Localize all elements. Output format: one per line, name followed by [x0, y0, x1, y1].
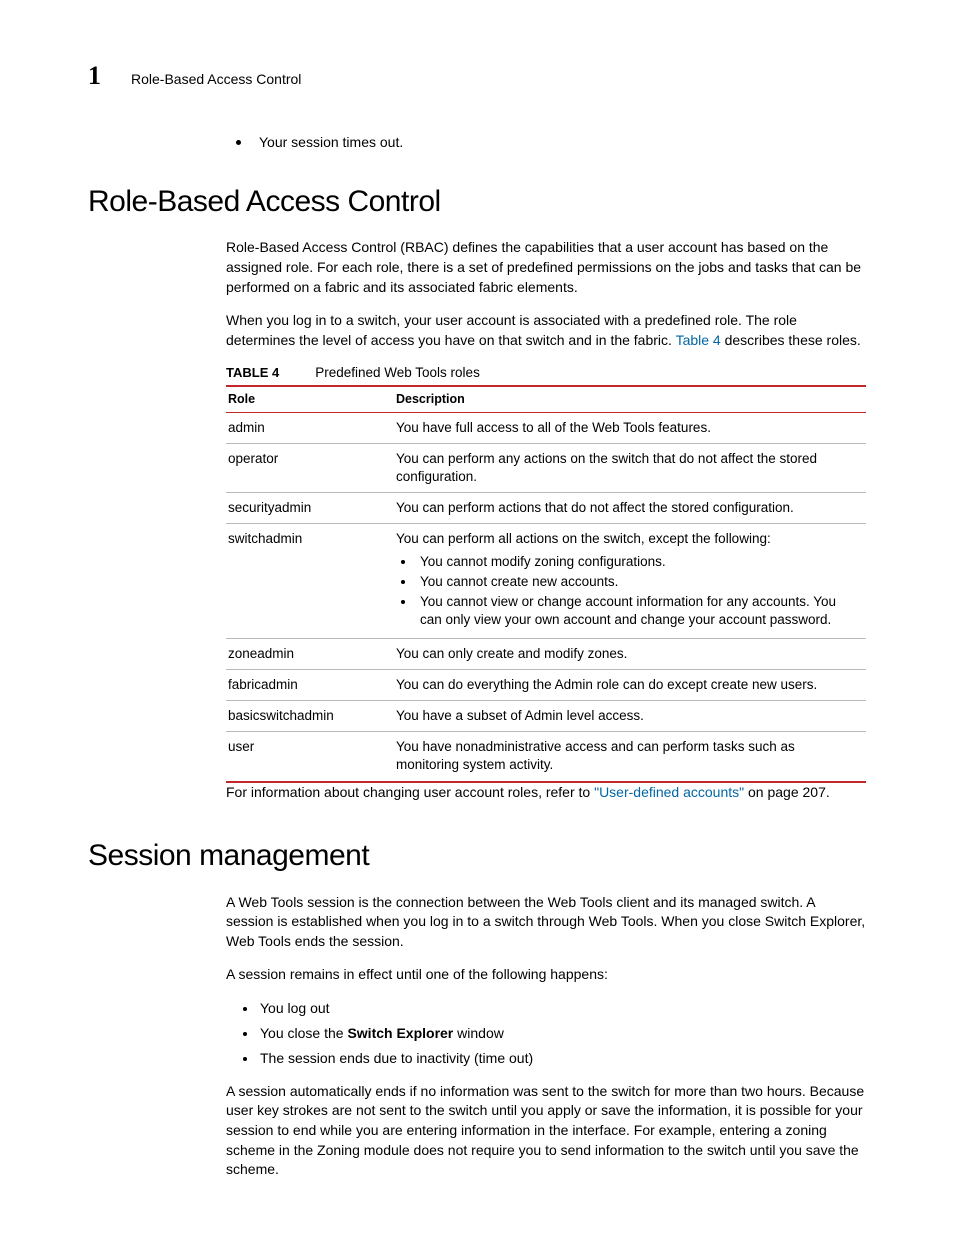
bullet-icon: [236, 140, 241, 145]
section-heading-session: Session management: [88, 836, 866, 877]
table-row: fabricadmin You can do everything the Ad…: [226, 669, 866, 700]
col-desc-header: Description: [394, 386, 866, 412]
cell-desc: You have a subset of Admin level access.: [394, 700, 866, 731]
text: You close the: [260, 1025, 347, 1041]
list-item: You cannot view or change account inform…: [416, 593, 860, 629]
roles-table: Role Description admin You have full acc…: [226, 385, 866, 783]
cell-role: fabricadmin: [226, 669, 394, 700]
table-row: user You have nonadministrative access a…: [226, 732, 866, 782]
cell-role: operator: [226, 443, 394, 492]
user-defined-accounts-link[interactable]: "User-defined accounts": [594, 784, 744, 800]
section-heading-rbac: Role-Based Access Control: [88, 182, 866, 223]
session-bullet-list: You log out You close the Switch Explore…: [226, 999, 866, 1068]
paragraph: A Web Tools session is the connection be…: [226, 893, 866, 952]
table-caption: TABLE 4 Predefined Web Tools roles: [226, 364, 866, 382]
paragraph: Role-Based Access Control (RBAC) defines…: [226, 238, 866, 297]
cell-role: zoneadmin: [226, 638, 394, 669]
cell-role: user: [226, 732, 394, 782]
rbac-body: Role-Based Access Control (RBAC) defines…: [226, 238, 866, 802]
running-header: 1 Role-Based Access Control: [88, 58, 866, 93]
text: window: [453, 1025, 504, 1041]
cell-desc: You have nonadministrative access and ca…: [394, 732, 866, 782]
table-title: Predefined Web Tools roles: [315, 365, 480, 380]
table-header-row: Role Description: [226, 386, 866, 412]
table-row: basicswitchadmin You have a subset of Ad…: [226, 700, 866, 731]
table-row: switchadmin You can perform all actions …: [226, 524, 866, 638]
chapter-title: Role-Based Access Control: [131, 70, 301, 89]
cell-desc: You can do everything the Admin role can…: [394, 669, 866, 700]
table-row: zoneadmin You can only create and modify…: [226, 638, 866, 669]
session-body: A Web Tools session is the connection be…: [226, 893, 866, 1180]
list-item: You log out: [258, 999, 866, 1018]
continuation-bullet-list: Your session times out.: [236, 133, 866, 152]
cell-desc: You have full access to all of the Web T…: [394, 412, 866, 443]
table-row: operator You can perform any actions on …: [226, 443, 866, 492]
list-item: The session ends due to inactivity (time…: [258, 1049, 866, 1068]
cell-role: switchadmin: [226, 524, 394, 638]
cell-desc: You can only create and modify zones.: [394, 638, 866, 669]
cell-role: admin: [226, 412, 394, 443]
cell-role: securityadmin: [226, 493, 394, 524]
chapter-number: 1: [88, 58, 101, 93]
table-4-link[interactable]: Table 4: [676, 332, 721, 348]
table-row: admin You have full access to all of the…: [226, 412, 866, 443]
table-row: securityadmin You can perform actions th…: [226, 493, 866, 524]
table-label: TABLE 4: [226, 365, 279, 380]
cell-desc: You can perform actions that do not affe…: [394, 493, 866, 524]
cell-desc: You can perform all actions on the switc…: [394, 524, 866, 638]
bold-text: Switch Explorer: [347, 1025, 453, 1041]
list-item: You cannot create new accounts.: [416, 573, 860, 591]
cell-sublist: You cannot modify zoning configurations.…: [396, 553, 860, 630]
text: describes these roles.: [721, 332, 861, 348]
cell-desc: You can perform any actions on the switc…: [394, 443, 866, 492]
list-item-text: Your session times out.: [259, 133, 403, 152]
page: 1 Role-Based Access Control Your session…: [0, 0, 954, 1235]
cell-desc-text: You can perform all actions on the switc…: [396, 531, 771, 546]
list-item: You close the Switch Explorer window: [258, 1024, 866, 1043]
col-role-header: Role: [226, 386, 394, 412]
paragraph: A session automatically ends if no infor…: [226, 1082, 866, 1180]
text: For information about changing user acco…: [226, 784, 594, 800]
list-item: Your session times out.: [236, 133, 866, 152]
paragraph: A session remains in effect until one of…: [226, 965, 866, 985]
paragraph: When you log in to a switch, your user a…: [226, 311, 866, 350]
paragraph: For information about changing user acco…: [226, 783, 866, 803]
text: on page 207.: [744, 784, 830, 800]
cell-role: basicswitchadmin: [226, 700, 394, 731]
list-item: You cannot modify zoning configurations.: [416, 553, 860, 571]
